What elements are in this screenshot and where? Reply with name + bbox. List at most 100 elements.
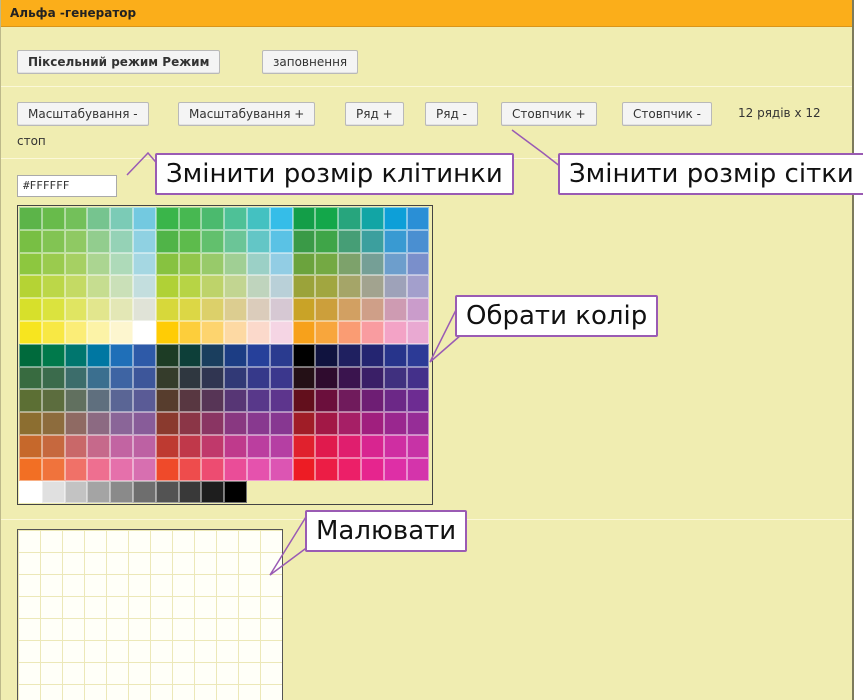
color-swatch[interactable] [224, 480, 247, 504]
color-swatch[interactable] [406, 321, 430, 344]
color-swatch[interactable] [224, 229, 247, 253]
color-swatch[interactable] [361, 366, 384, 390]
color-swatch[interactable] [19, 457, 42, 481]
color-swatch[interactable] [110, 412, 133, 435]
color-swatch[interactable] [41, 457, 65, 481]
color-swatch[interactable] [19, 343, 42, 367]
color-swatch[interactable] [87, 298, 111, 321]
color-swatch[interactable] [247, 207, 270, 230]
pixel-mode-button[interactable]: Піксельний режим Режим [17, 50, 221, 74]
color-swatch[interactable] [201, 457, 225, 481]
color-swatch[interactable] [383, 298, 407, 321]
color-swatch[interactable] [155, 480, 179, 504]
color-swatch[interactable] [292, 412, 316, 435]
color-swatch[interactable] [247, 321, 270, 344]
color-swatch[interactable] [224, 343, 247, 367]
color-swatch[interactable] [361, 389, 384, 413]
color-swatch[interactable] [64, 207, 88, 230]
color-swatch[interactable] [133, 366, 156, 390]
color-swatch[interactable] [133, 229, 156, 253]
color-swatch[interactable] [269, 366, 293, 390]
color-swatch[interactable] [383, 435, 407, 458]
color-swatch[interactable] [133, 435, 156, 458]
zoom-in-button[interactable]: Масштабування + [178, 102, 316, 126]
color-swatch[interactable] [383, 343, 407, 367]
color-swatch[interactable] [269, 435, 293, 458]
color-swatch[interactable] [178, 343, 202, 367]
color-swatch[interactable] [292, 252, 316, 276]
color-swatch[interactable] [361, 321, 384, 344]
color-swatch[interactable] [224, 435, 247, 458]
color-swatch[interactable] [338, 343, 361, 367]
color-swatch[interactable] [292, 229, 316, 253]
color-swatch[interactable] [383, 366, 407, 390]
color-swatch[interactable] [383, 229, 407, 253]
color-swatch[interactable] [292, 389, 316, 413]
color-swatch[interactable] [64, 457, 88, 481]
color-swatch[interactable] [383, 389, 407, 413]
color-swatch[interactable] [133, 480, 156, 504]
color-swatch[interactable] [64, 389, 88, 413]
color-swatch[interactable] [19, 366, 42, 390]
color-swatch[interactable] [383, 457, 407, 481]
color-swatch[interactable] [269, 298, 293, 321]
color-swatch[interactable] [64, 321, 88, 344]
color-swatch[interactable] [269, 343, 293, 367]
color-swatch[interactable] [315, 229, 339, 253]
color-swatch[interactable] [19, 321, 42, 344]
color-swatch[interactable] [247, 343, 270, 367]
color-swatch[interactable] [87, 321, 111, 344]
color-swatch[interactable] [110, 343, 133, 367]
color-swatch[interactable] [133, 252, 156, 276]
color-swatch[interactable] [41, 321, 65, 344]
color-swatch[interactable] [87, 252, 111, 276]
color-swatch[interactable] [64, 366, 88, 390]
color-swatch[interactable] [292, 343, 316, 367]
color-swatch[interactable] [315, 412, 339, 435]
color-swatch[interactable] [406, 275, 430, 299]
color-swatch[interactable] [383, 412, 407, 435]
color-swatch[interactable] [19, 412, 42, 435]
color-swatch[interactable] [87, 343, 111, 367]
color-swatch[interactable] [87, 435, 111, 458]
add-row-button[interactable]: Ряд + [345, 102, 404, 126]
color-swatch[interactable] [178, 480, 202, 504]
color-swatch[interactable] [406, 343, 430, 367]
color-swatch[interactable] [110, 480, 133, 504]
color-swatch[interactable] [292, 435, 316, 458]
color-swatch[interactable] [406, 457, 430, 481]
color-swatch[interactable] [406, 207, 430, 230]
color-swatch[interactable] [41, 229, 65, 253]
color-swatch[interactable] [269, 321, 293, 344]
color-swatch[interactable] [338, 275, 361, 299]
color-swatch[interactable] [292, 275, 316, 299]
color-swatch[interactable] [64, 229, 88, 253]
color-swatch[interactable] [110, 207, 133, 230]
color-swatch[interactable] [292, 457, 316, 481]
remove-row-button[interactable]: Ряд - [425, 102, 478, 126]
color-swatch[interactable] [315, 321, 339, 344]
color-swatch[interactable] [64, 412, 88, 435]
color-swatch[interactable] [19, 229, 42, 253]
color-swatch[interactable] [155, 321, 179, 344]
color-swatch[interactable] [19, 389, 42, 413]
color-swatch[interactable] [338, 366, 361, 390]
color-swatch[interactable] [110, 366, 133, 390]
color-swatch[interactable] [338, 435, 361, 458]
color-swatch[interactable] [406, 366, 430, 390]
color-swatch[interactable] [110, 457, 133, 481]
color-swatch[interactable] [178, 298, 202, 321]
color-swatch[interactable] [247, 389, 270, 413]
color-swatch[interactable] [383, 252, 407, 276]
color-swatch[interactable] [110, 435, 133, 458]
color-swatch[interactable] [247, 229, 270, 253]
color-swatch[interactable] [110, 298, 133, 321]
color-swatch[interactable] [41, 343, 65, 367]
color-swatch[interactable] [201, 275, 225, 299]
color-swatch[interactable] [41, 480, 65, 504]
color-swatch[interactable] [361, 252, 384, 276]
color-swatch[interactable] [315, 207, 339, 230]
color-swatch[interactable] [383, 207, 407, 230]
color-swatch[interactable] [247, 252, 270, 276]
color-swatch[interactable] [87, 229, 111, 253]
